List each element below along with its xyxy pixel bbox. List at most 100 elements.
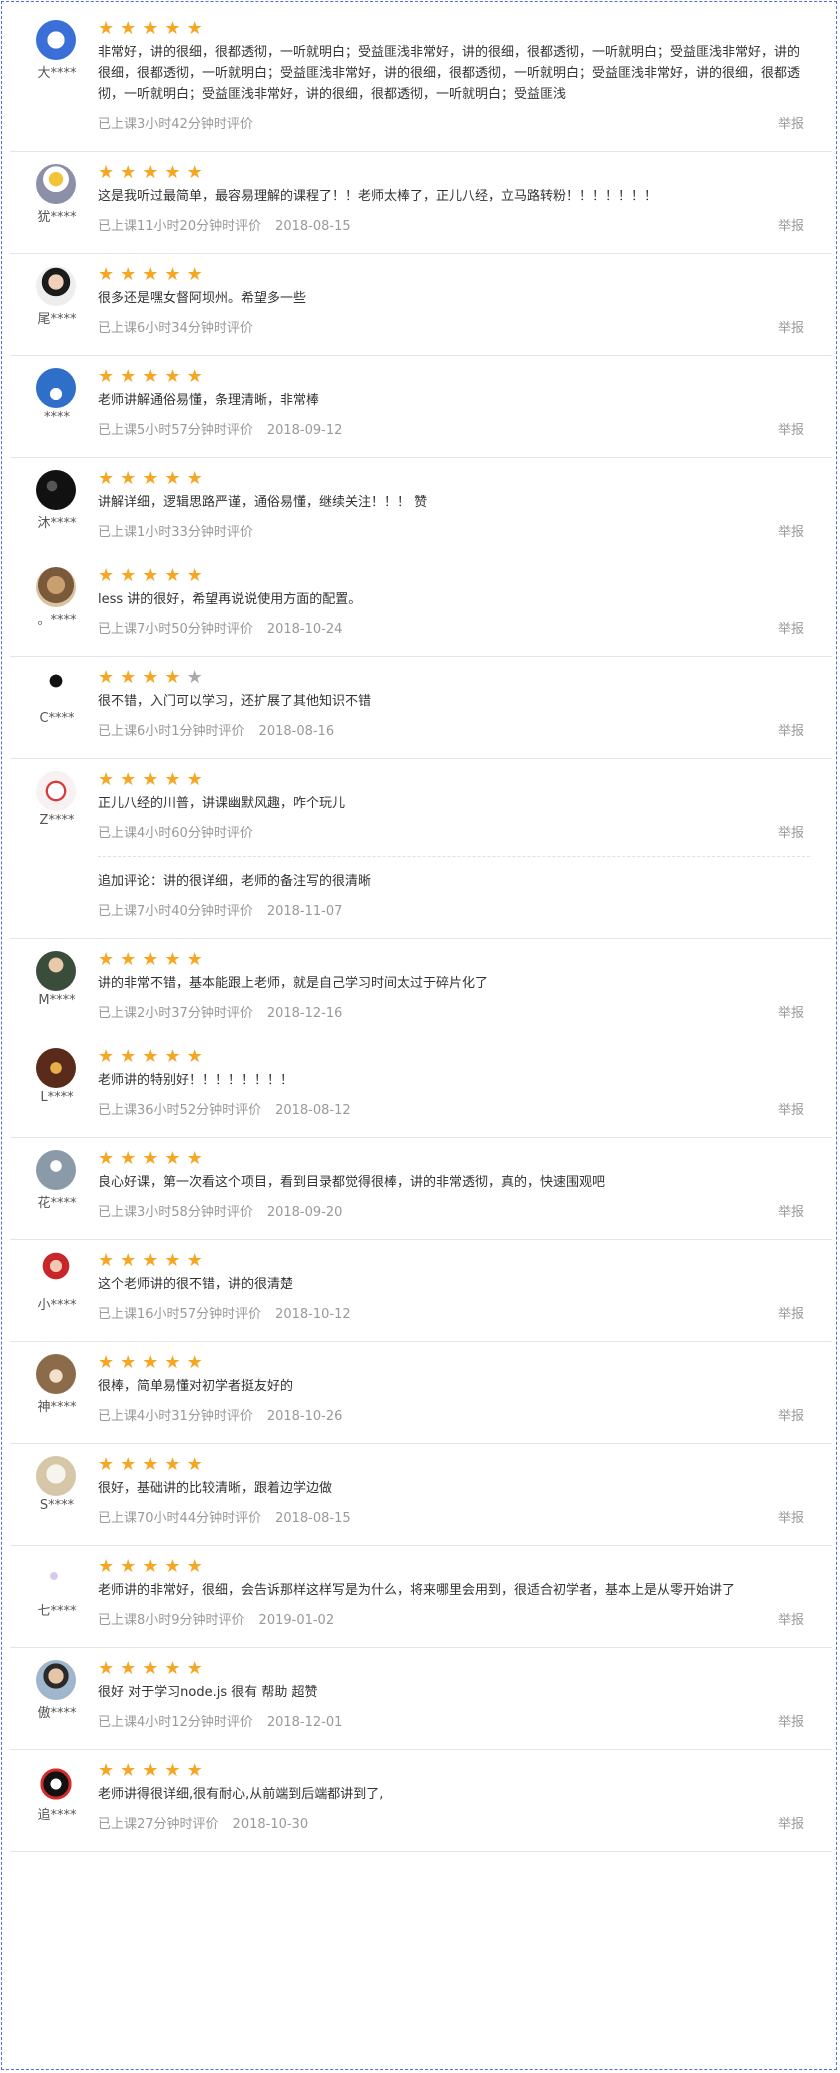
star-filled-icon: ★ [164, 1148, 187, 1169]
review-entry: 花**** ★★★★★ 良心好课，第一次看这个项目，看到目录都觉得很棒，讲的非常透彻… [10, 1138, 832, 1239]
review-meta: 已上课7小时40分钟时评价 2018-11-07 [98, 902, 810, 922]
report-link[interactable]: 举报 [778, 1407, 804, 1427]
avatar[interactable] [36, 771, 76, 811]
username[interactable]: Z**** [24, 813, 90, 828]
username[interactable]: M**** [24, 993, 90, 1008]
avatar[interactable] [36, 368, 76, 408]
star-filled-icon: ★ [164, 1046, 187, 1067]
username[interactable]: 沐**** [24, 512, 90, 531]
star-filled-icon: ★ [186, 1148, 209, 1169]
star-filled-icon: ★ [186, 1556, 209, 1577]
star-filled-icon: ★ [164, 769, 187, 790]
avatar[interactable] [36, 164, 76, 204]
avatar[interactable] [36, 1558, 76, 1598]
review-meta: 已上课27分钟时评价 2018-10-30 举报 [98, 1815, 810, 1835]
username[interactable]: 大**** [24, 62, 90, 81]
avatar[interactable] [36, 1762, 76, 1802]
report-link[interactable]: 举报 [778, 1713, 804, 1733]
avatar[interactable] [36, 669, 76, 709]
username[interactable]: 犹**** [24, 206, 90, 225]
report-link[interactable]: 举报 [778, 115, 804, 135]
star-filled-icon: ★ [142, 1454, 165, 1475]
report-link[interactable]: 举报 [778, 1509, 804, 1529]
avatar[interactable] [36, 20, 76, 60]
username[interactable]: **** [24, 410, 90, 425]
star-filled-icon: ★ [142, 565, 165, 586]
avatar[interactable] [36, 567, 76, 607]
review-text: 很好，基础讲的比较清晰，跟着边学边做 [98, 1481, 333, 1496]
review-content: ★★★★★ 很好，基础讲的比较清晰，跟着边学边做 已上课70小时44分钟时评价 201… [98, 1444, 810, 1545]
star-filled-icon: ★ [98, 18, 121, 39]
report-link[interactable]: 举报 [778, 1203, 804, 1223]
report-link[interactable]: 举报 [778, 1611, 804, 1631]
star-filled-icon: ★ [98, 565, 121, 586]
study-time: 已上课11小时20分钟时评价 [98, 219, 262, 234]
review-text: 这个老师讲的很不错，讲的很清楚 [98, 1277, 294, 1292]
report-link[interactable]: 举报 [778, 1815, 804, 1835]
report-link[interactable]: 举报 [778, 824, 804, 844]
review-entry: 大**** ★★★★★ 非常好，讲的很细，很都透彻，一听就明白；受益匪浅非常好，讲的… [10, 8, 832, 151]
review-content: ★★★★★ 很棒，简单易懂对初学者挺友好的 已上课4小时31分钟时评价 2018-10… [98, 1342, 810, 1443]
avatar[interactable] [36, 1150, 76, 1190]
review-date: 2018-08-15 [275, 1511, 351, 1526]
username[interactable]: 追**** [24, 1804, 90, 1823]
study-time: 已上课4小时12分钟时评价 [98, 1715, 253, 1730]
report-link[interactable]: 举报 [778, 1101, 804, 1121]
review-text: 老师讲解通俗易懂，条理清晰，非常棒 [98, 393, 320, 408]
star-filled-icon: ★ [98, 366, 121, 387]
star-filled-icon: ★ [186, 1454, 209, 1475]
avatar[interactable] [36, 266, 76, 306]
username[interactable]: C**** [24, 711, 90, 726]
study-time: 已上课70小时44分钟时评价 [98, 1511, 262, 1526]
review-content: ★★★★★ 老师讲得很详细,很有耐心,从前端到后端都讲到了, 已上课27分钟时评价 2… [98, 1750, 810, 1851]
study-time: 已上课36小时52分钟时评价 [98, 1103, 262, 1118]
username[interactable]: 花**** [24, 1192, 90, 1211]
review-text: 非常好，讲的很细，很都透彻，一听就明白；受益匪浅非常好，讲的很细，很都透彻，一听… [98, 45, 801, 102]
rating-stars: ★★★★★ [98, 1556, 810, 1578]
username[interactable]: 。**** [24, 609, 90, 628]
rating-stars: ★★★★★ [98, 949, 810, 971]
review-block: 神**** ★★★★★ 很棒，简单易懂对初学者挺友好的 已上课4小时31分钟时评价 20… [10, 1342, 832, 1444]
review-entry: 傲**** ★★★★★ 很好 对于学习node.js 很有 帮助 超赞 已上课4小时1… [10, 1648, 832, 1749]
review-content: ★★★★★ 非常好，讲的很细，很都透彻，一听就明白；受益匪浅非常好，讲的很细，很都… [98, 8, 810, 151]
avatar[interactable] [36, 1252, 76, 1292]
report-link[interactable]: 举报 [778, 217, 804, 237]
username[interactable]: 小**** [24, 1294, 90, 1313]
star-filled-icon: ★ [98, 949, 121, 970]
star-filled-icon: ★ [164, 565, 187, 586]
star-filled-icon: ★ [120, 1250, 143, 1271]
username[interactable]: S**** [24, 1498, 90, 1513]
username[interactable]: 神**** [24, 1396, 90, 1415]
review-text: 很棒，简单易懂对初学者挺友好的 [98, 1379, 294, 1394]
rating-stars: ★★★★★ [98, 1148, 810, 1170]
avatar[interactable] [36, 1660, 76, 1700]
review-meta: 已上课11小时20分钟时评价 2018-08-15 举报 [98, 217, 810, 237]
avatar[interactable] [36, 951, 76, 991]
star-filled-icon: ★ [120, 1046, 143, 1067]
avatar[interactable] [36, 1354, 76, 1394]
report-link[interactable]: 举报 [778, 319, 804, 339]
review-meta: 已上课36小时52分钟时评价 2018-08-12 举报 [98, 1101, 810, 1121]
review-meta: 已上课6小时34分钟时评价 举报 [98, 319, 810, 339]
avatar[interactable] [36, 470, 76, 510]
star-filled-icon: ★ [98, 1148, 121, 1169]
review-text: 老师讲的特别好！！！！！！！！ [98, 1073, 294, 1088]
report-link[interactable]: 举报 [778, 1004, 804, 1024]
review-block: M**** ★★★★★ 讲的非常不错，基本能跟上老师，就是自己学习时间太过于碎片化了… [10, 939, 832, 1138]
study-time: 已上课7小时50分钟时评价 [98, 622, 253, 637]
username[interactable]: 傲**** [24, 1702, 90, 1721]
report-link[interactable]: 举报 [778, 620, 804, 640]
username[interactable]: 尾**** [24, 308, 90, 327]
review-date: 2018-10-30 [232, 1817, 309, 1832]
avatar[interactable] [36, 1456, 76, 1496]
avatar[interactable] [36, 1048, 76, 1088]
username[interactable]: 七**** [24, 1600, 90, 1619]
report-link[interactable]: 举报 [778, 523, 804, 543]
report-link[interactable]: 举报 [778, 1305, 804, 1325]
review-date: 2018-10-24 [266, 622, 343, 637]
review-block: Z**** ★★★★★ 正儿八经的川普，讲课幽默风趣，咋个玩儿 已上课4小时60分钟时… [10, 759, 832, 939]
review-content: ★★★★★ 老师讲解通俗易懂，条理清晰，非常棒 已上课5小时57分钟时评价 2018-… [98, 356, 810, 457]
report-link[interactable]: 举报 [778, 421, 804, 441]
report-link[interactable]: 举报 [778, 722, 804, 742]
username[interactable]: L**** [24, 1090, 90, 1105]
